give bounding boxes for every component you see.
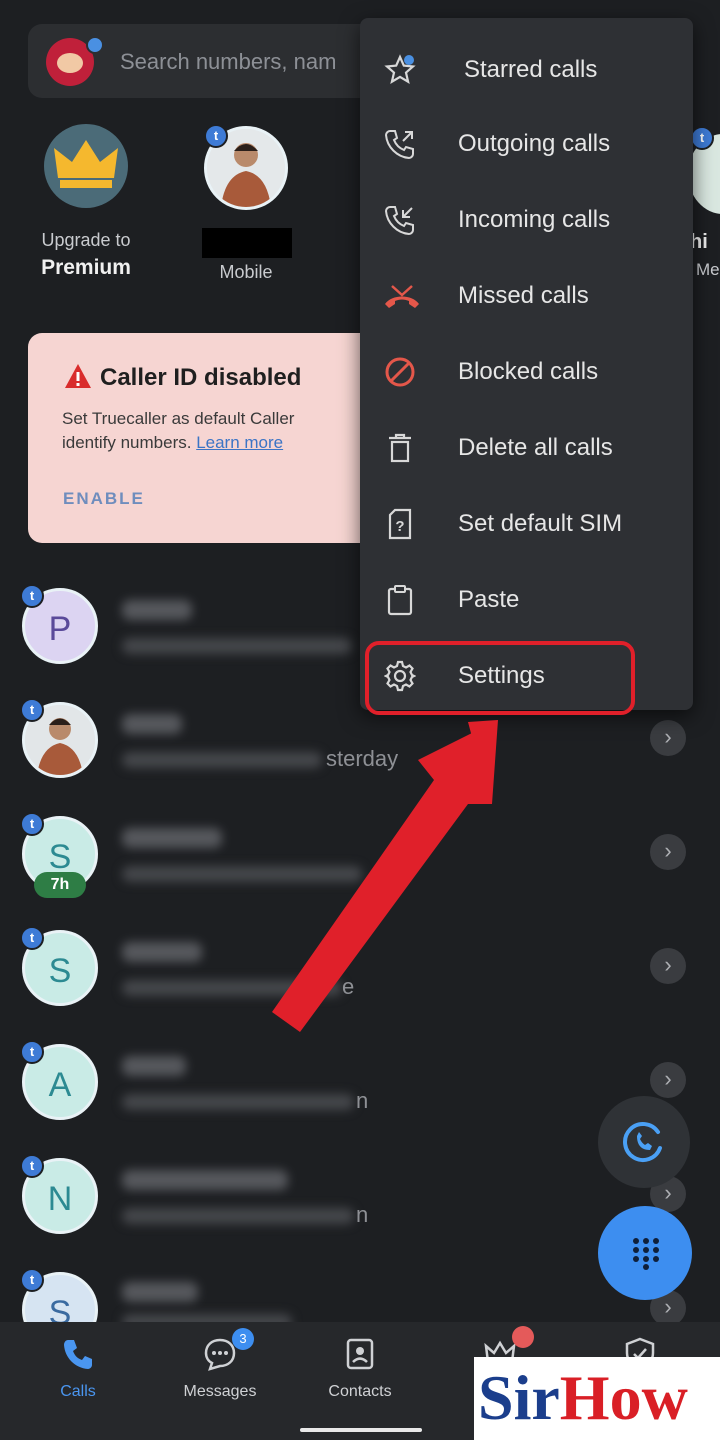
arrow-annotation [272, 720, 498, 1032]
watermark-part1: Sir [478, 1362, 560, 1433]
watermark-text: SirHow [478, 1361, 688, 1435]
watermark-logo: SirHow [474, 1357, 720, 1440]
watermark-part2: How [559, 1362, 688, 1433]
